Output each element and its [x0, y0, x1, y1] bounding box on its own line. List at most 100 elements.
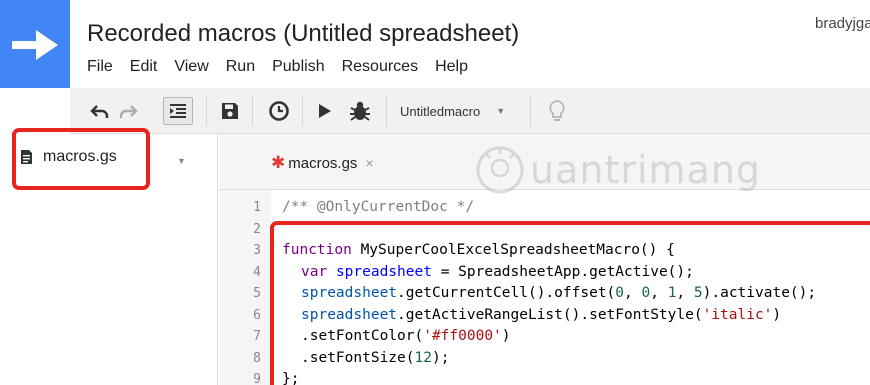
code-line[interactable]: 1 /** @OnlyCurrentDoc */ — [219, 197, 870, 219]
file-item-macros[interactable]: macros.gs — [20, 148, 117, 166]
user-account[interactable]: bradyjga — [815, 15, 870, 32]
close-icon[interactable]: × — [365, 155, 373, 171]
code-line[interactable]: 2 — [219, 219, 870, 241]
code-token: spreadsheet — [301, 306, 398, 323]
editor-tab-bar: ✱ macros.gs × — [219, 134, 870, 190]
code-token: .getCurrentCell().offset( — [397, 285, 616, 301]
run-button[interactable] — [315, 97, 335, 125]
code-token: ) — [772, 306, 782, 323]
code-token: 'italic' — [702, 306, 773, 323]
menu-run[interactable]: Run — [226, 58, 255, 80]
code-token: function — [282, 242, 352, 258]
project-title[interactable]: Recorded macros (Untitled spreadsheet) — [87, 20, 519, 48]
toolbar-divider — [302, 96, 303, 126]
save-icon — [222, 103, 238, 119]
code-token: }; — [282, 371, 300, 385]
chevron-down-icon: ▼ — [496, 106, 506, 116]
code-editor: ✱ macros.gs × 1 /** @OnlyCurrentDoc */ 2 3 f… — [219, 134, 870, 385]
file-name: macros.gs — [43, 148, 117, 165]
menu-help[interactable]: Help — [435, 58, 468, 80]
code-text: function MySuperCoolExcelSpreadsheetMacr… — [282, 240, 675, 262]
code-token: , — [676, 285, 694, 301]
line-number: 9 — [253, 372, 261, 385]
toolbar-divider — [386, 96, 387, 126]
menu-resources[interactable]: Resources — [342, 58, 418, 80]
code-line[interactable]: 6 spreadsheet.getActiveRangeList().setFon… — [219, 305, 870, 327]
code-lines: 1 /** @OnlyCurrentDoc */ 2 3 function MySupe… — [219, 197, 870, 385]
code-token: /** @OnlyCurrentDoc */ — [282, 199, 475, 215]
code-token: '#ff0000' — [423, 328, 502, 344]
bug-icon — [350, 101, 370, 121]
toolbar-divider — [530, 96, 531, 126]
code-text: spreadsheet.getCurrentCell().offset(0, 0… — [301, 283, 816, 305]
tab-macros-gs[interactable]: ✱ macros.gs × — [271, 148, 374, 178]
menu-view[interactable]: View — [174, 58, 208, 80]
toolbar-divider — [206, 96, 207, 126]
code-token: spreadsheet — [301, 285, 398, 301]
code-token: = SpreadsheetApp.getActive(); — [431, 263, 694, 280]
line-number: 1 — [253, 200, 261, 215]
menu-edit[interactable]: Edit — [130, 58, 158, 80]
lightbulb-icon — [549, 100, 565, 121]
code-line[interactable]: 7 .setFontColor('#ff0000') — [219, 326, 870, 348]
code-token: .getActiveRangeList().setFontStyle( — [397, 306, 703, 323]
code-token: 0 — [641, 285, 651, 301]
app-header: Recorded macros (Untitled spreadsheet) b… — [0, 0, 870, 88]
code-token: ) — [501, 328, 511, 344]
menu-bar: File Edit View Run Publish Resources Hel… — [87, 58, 485, 80]
arrow-right-icon — [12, 30, 58, 60]
hint-button[interactable] — [546, 97, 568, 125]
file-icon — [21, 150, 32, 164]
code-text: .setFontSize(12); — [301, 348, 449, 370]
code-token: MySuperCoolExcelSpreadsheetMacro() { — [351, 242, 675, 258]
code-text: /** @OnlyCurrentDoc */ — [282, 197, 474, 219]
menu-publish[interactable]: Publish — [272, 58, 324, 80]
code-token: var — [301, 263, 328, 280]
code-token: , — [650, 285, 668, 301]
undo-icon — [90, 105, 109, 118]
line-number: 6 — [253, 307, 261, 323]
redo-button[interactable] — [116, 97, 140, 125]
code-text: }; — [282, 369, 299, 385]
code-line[interactable]: 9}; — [219, 369, 870, 385]
file-menu-chevron-down-icon[interactable]: ▼ — [177, 156, 186, 166]
unsaved-marker: ✱ — [271, 153, 286, 172]
line-number: 7 — [253, 329, 261, 344]
triggers-button[interactable] — [266, 97, 292, 125]
code-text: var spreadsheet = SpreadsheetApp.getActi… — [301, 262, 694, 284]
indent-button[interactable] — [163, 97, 193, 125]
line-number: 5 — [253, 286, 261, 301]
toolbar: Untitledmacro ▼ — [70, 88, 870, 134]
code-text: spreadsheet.getActiveRangeList().setFont… — [301, 305, 781, 327]
code-token: 5 — [693, 285, 703, 301]
code-token: .setFontSize( — [301, 349, 415, 366]
code-token: .setFontColor( — [301, 328, 424, 344]
code-line[interactable]: 5 spreadsheet.getCurrentCell().offset(0, … — [219, 283, 870, 305]
function-select[interactable]: Untitledmacro ▼ — [400, 97, 505, 125]
code-line[interactable]: 4 var spreadsheet = SpreadsheetApp.getAct… — [219, 262, 870, 284]
file-panel: macros.gs ▼ — [0, 134, 218, 385]
line-number: 8 — [253, 350, 261, 366]
save-button[interactable] — [218, 97, 242, 125]
code-token: ).activate(); — [702, 285, 817, 301]
code-token: 12 — [414, 349, 432, 366]
apps-script-logo[interactable] — [0, 0, 70, 88]
menu-file[interactable]: File — [87, 58, 113, 80]
code-token: spreadsheet — [335, 263, 432, 280]
code-token: , — [624, 285, 642, 301]
undo-button[interactable] — [88, 97, 112, 125]
toolbar-divider — [252, 96, 253, 126]
code-line[interactable]: 3 function MySuperCoolExcelSpreadsheetMac… — [219, 240, 870, 262]
code-token: 0 — [615, 285, 625, 301]
line-number: 4 — [253, 264, 261, 280]
clock-icon — [269, 101, 289, 121]
redo-icon — [119, 105, 138, 118]
code-token: ); — [431, 349, 450, 366]
debug-button[interactable] — [346, 97, 374, 125]
indent-icon — [170, 104, 186, 118]
code-text: .setFontColor('#ff0000') — [301, 326, 511, 348]
function-select-value: Untitledmacro — [400, 103, 481, 119]
code-line[interactable]: 8 .setFontSize(12); — [219, 348, 870, 370]
line-number: 3 — [253, 243, 261, 258]
